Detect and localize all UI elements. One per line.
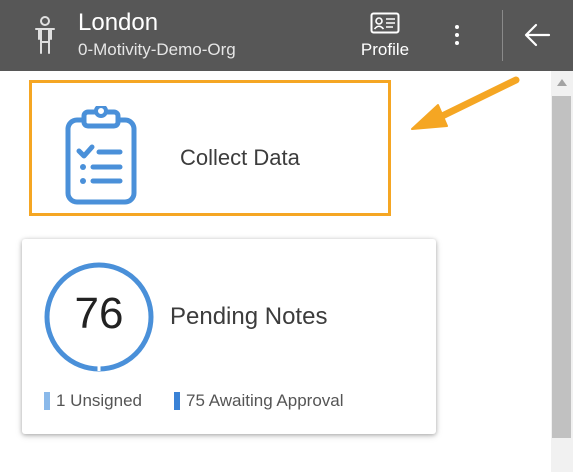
location-title: London: [78, 9, 159, 36]
collect-data-label: Collect Data: [180, 145, 300, 170]
app-header: London 0-Motivity-Demo-Org Profile: [0, 0, 573, 71]
awaiting-approval-legend: 75 Awaiting Approval: [174, 391, 344, 411]
unsigned-legend-label: 1 Unsigned: [56, 391, 143, 410]
pending-notes-label: Pending Notes: [170, 303, 328, 330]
profile-label: Profile: [360, 40, 410, 59]
id-card-icon: [370, 12, 400, 34]
pending-notes-count: 76: [74, 289, 124, 338]
awaiting-approval-legend-label: 75 Awaiting Approval: [186, 391, 344, 410]
unsigned-legend-marker: [44, 392, 50, 410]
profile-button[interactable]: Profile: [352, 10, 418, 64]
collect-data-card[interactable]: Collect Data: [29, 80, 391, 216]
unsigned-legend: 1 Unsigned: [44, 391, 142, 411]
arrow-left-icon[interactable]: [520, 19, 554, 51]
clipboard-checklist-icon: [65, 106, 137, 205]
scroll-up-arrow-icon[interactable]: [555, 76, 569, 88]
organization-name: 0-Motivity-Demo-Org: [78, 40, 236, 59]
person-icon: [35, 16, 55, 54]
header-divider: [502, 10, 503, 61]
scrollbar-thumb[interactable]: [552, 96, 571, 438]
pending-notes-card[interactable]: 76 Pending Notes 1 Unsigned 75 Awaiting …: [22, 239, 436, 434]
more-vertical-icon[interactable]: [446, 20, 468, 50]
awaiting-approval-legend-marker: [174, 392, 180, 410]
annotation-arrow: [411, 76, 520, 130]
